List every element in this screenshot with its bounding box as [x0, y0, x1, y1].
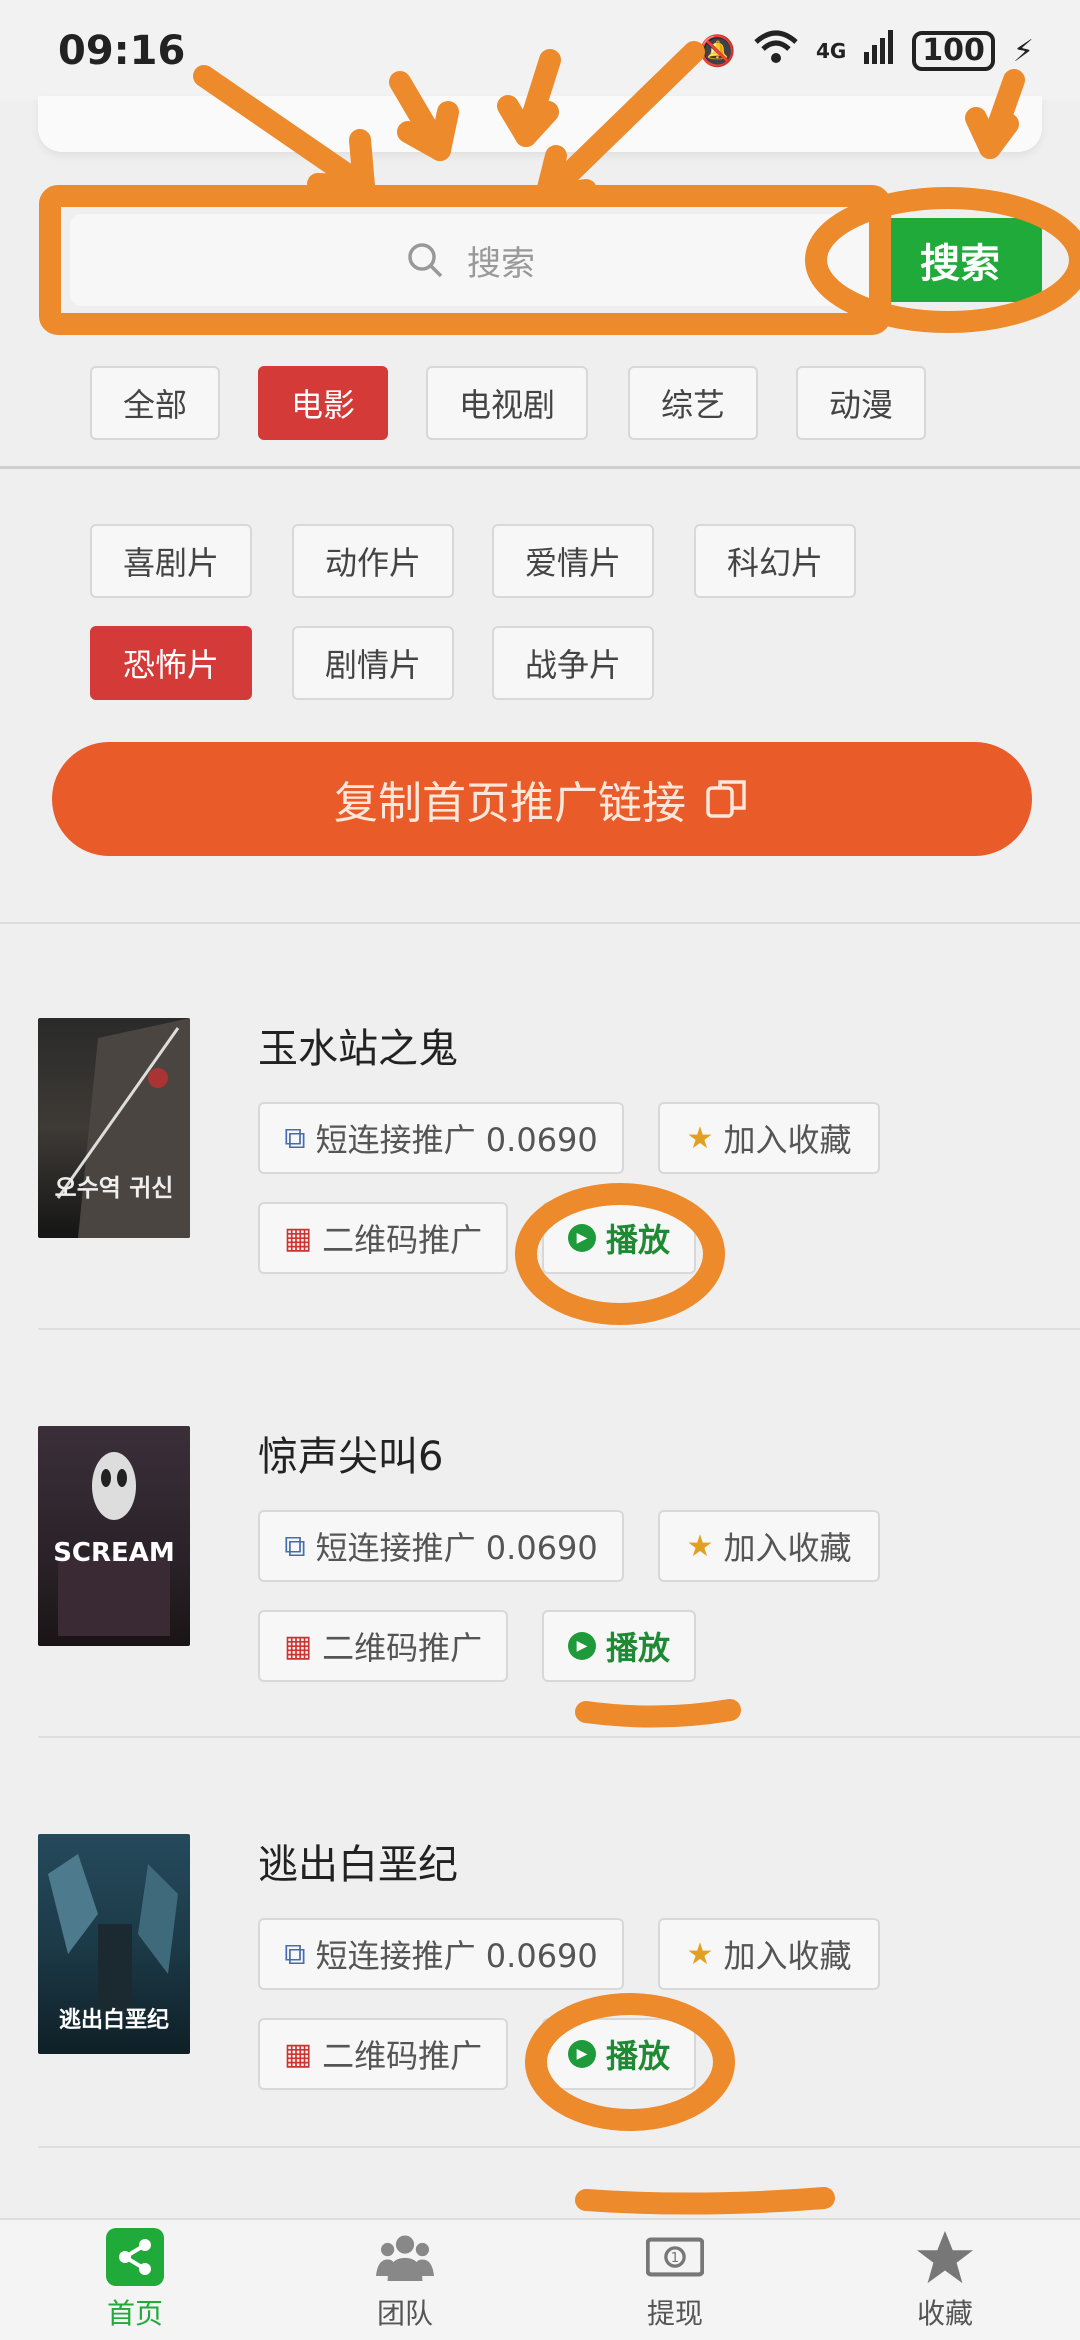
share-icon	[106, 2228, 164, 2286]
star-icon: ★	[686, 1120, 714, 1156]
header-card	[38, 96, 1042, 152]
poster-art	[56, 1018, 190, 1238]
poster-art	[58, 1452, 170, 1636]
poster-text: 오수역 귀신	[54, 1174, 174, 1202]
tab-favorites[interactable]: 收藏	[855, 2228, 1035, 2338]
play-icon: ▶	[567, 1632, 596, 1660]
copy-homepage-link-button[interactable]: 复制首页推广链接	[52, 742, 1032, 856]
play-label: 播放	[605, 2037, 670, 2075]
genre-tag-comedy[interactable]: 喜剧片	[90, 524, 252, 598]
play-label: 播放	[605, 1629, 670, 1667]
mute-icon: 🔕	[698, 33, 736, 69]
play-label: 播放	[605, 1221, 670, 1259]
genre-tag-drama[interactable]: 剧情片	[292, 626, 454, 700]
movie-poster[interactable]: 오수역 귀신	[38, 1018, 190, 1238]
charging-icon: ⚡	[1012, 33, 1034, 69]
play-icon: ▶	[567, 1224, 596, 1252]
search-button[interactable]: 搜索	[878, 218, 1042, 302]
category-tab-variety[interactable]: 综艺	[628, 366, 758, 440]
play-button[interactable]: ▶ 播放	[542, 1202, 696, 1274]
category-tab-all[interactable]: 全部	[90, 366, 220, 440]
movie-title[interactable]: 惊声尖叫6	[258, 1424, 443, 1482]
genre-tag-action[interactable]: 动作片	[292, 524, 454, 598]
short-link-promo-button[interactable]: ⧉ 短连接推广 0.0690	[258, 1510, 624, 1582]
tab-withdraw[interactable]: 1 提现	[585, 2228, 765, 2338]
genre-tag-war[interactable]: 战争片	[492, 626, 654, 700]
copy-button-label: 复制首页推广链接	[334, 778, 686, 829]
genre-tag-romance[interactable]: 爱情片	[492, 524, 654, 598]
tab-team[interactable]: 团队	[315, 2228, 495, 2338]
short-link-label: 短连接推广 0.0690	[315, 1937, 598, 1975]
poster-text: 逃出白垩纪	[58, 2008, 169, 2033]
copy-link-icon: ⧉	[284, 1528, 306, 1564]
search-input[interactable]: 搜索	[70, 214, 870, 306]
tab-label: 首页	[106, 2297, 163, 2330]
tab-home[interactable]: 首页	[45, 2228, 225, 2338]
qr-code-icon: ▦	[283, 1628, 313, 1664]
qr-promo-button[interactable]: ▦ 二维码推广	[258, 2018, 508, 2090]
status-time: 09:16	[58, 28, 186, 74]
copy-link-icon: ⧉	[284, 1120, 306, 1156]
movie-poster[interactable]: 逃出白垩纪	[38, 1834, 190, 2054]
copy-link-icon: ⧉	[284, 1936, 306, 1972]
movie-title[interactable]: 逃出白垩纪	[258, 1832, 458, 1890]
movie-poster[interactable]: SCREAM	[38, 1426, 190, 1646]
add-favorite-button[interactable]: ★ 加入收藏	[658, 1510, 880, 1582]
search-icon	[408, 243, 443, 278]
cash-icon: 1	[646, 2228, 704, 2286]
copy-icon	[706, 780, 746, 818]
network-label: 4G	[815, 39, 847, 63]
play-button[interactable]: ▶ 播放	[542, 2018, 696, 2090]
category-tab-tv[interactable]: 电视剧	[426, 366, 588, 440]
svg-text:1: 1	[671, 2251, 679, 2266]
favorite-label: 加入收藏	[723, 1529, 852, 1567]
qr-promo-button[interactable]: ▦ 二维码推广	[258, 1610, 508, 1682]
tab-label: 收藏	[916, 2297, 973, 2330]
qr-label: 二维码推广	[322, 1221, 483, 1259]
tab-label: 提现	[646, 2297, 703, 2330]
add-favorite-button[interactable]: ★ 加入收藏	[658, 1918, 880, 1990]
play-button[interactable]: ▶ 播放	[542, 1610, 696, 1682]
favorite-label: 加入收藏	[723, 1121, 852, 1159]
qr-label: 二维码推广	[322, 2037, 483, 2075]
short-link-label: 短连接推广 0.0690	[315, 1121, 598, 1159]
movie-title[interactable]: 玉水站之鬼	[258, 1016, 458, 1074]
star-icon	[916, 2228, 974, 2286]
search-placeholder: 搜索	[467, 243, 535, 284]
tab-label: 团队	[376, 2297, 433, 2330]
category-tab-movie[interactable]: 电影	[258, 366, 388, 440]
section-divider	[0, 922, 1080, 924]
list-divider	[38, 2146, 1080, 2148]
star-icon: ★	[686, 1936, 714, 1972]
favorite-label: 加入收藏	[723, 1937, 852, 1975]
genre-tag-horror[interactable]: 恐怖片	[90, 626, 252, 700]
signal-icon	[864, 30, 894, 72]
play-icon: ▶	[567, 2040, 596, 2068]
team-icon	[376, 2228, 434, 2286]
short-link-promo-button[interactable]: ⧉ 短连接推广 0.0690	[258, 1918, 624, 1990]
qr-code-icon: ▦	[283, 2036, 313, 2072]
poster-text: SCREAM	[53, 1538, 175, 1568]
qr-promo-button[interactable]: ▦ 二维码推广	[258, 1202, 508, 1274]
qr-code-icon: ▦	[283, 1220, 313, 1256]
list-divider	[38, 1736, 1080, 1738]
wifi-icon	[754, 30, 798, 72]
status-icons: 🔕 4G 100 ⚡	[699, 30, 1034, 72]
add-favorite-button[interactable]: ★ 加入收藏	[658, 1102, 880, 1174]
short-link-label: 短连接推广 0.0690	[315, 1529, 598, 1567]
section-divider	[0, 466, 1080, 469]
category-tab-anime[interactable]: 动漫	[796, 366, 926, 440]
short-link-promo-button[interactable]: ⧉ 短连接推广 0.0690	[258, 1102, 624, 1174]
qr-label: 二维码推广	[322, 1629, 483, 1667]
genre-tag-scifi[interactable]: 科幻片	[694, 524, 856, 598]
battery-indicator: 100	[912, 31, 995, 71]
list-divider	[38, 1328, 1080, 1330]
star-icon: ★	[686, 1528, 714, 1564]
